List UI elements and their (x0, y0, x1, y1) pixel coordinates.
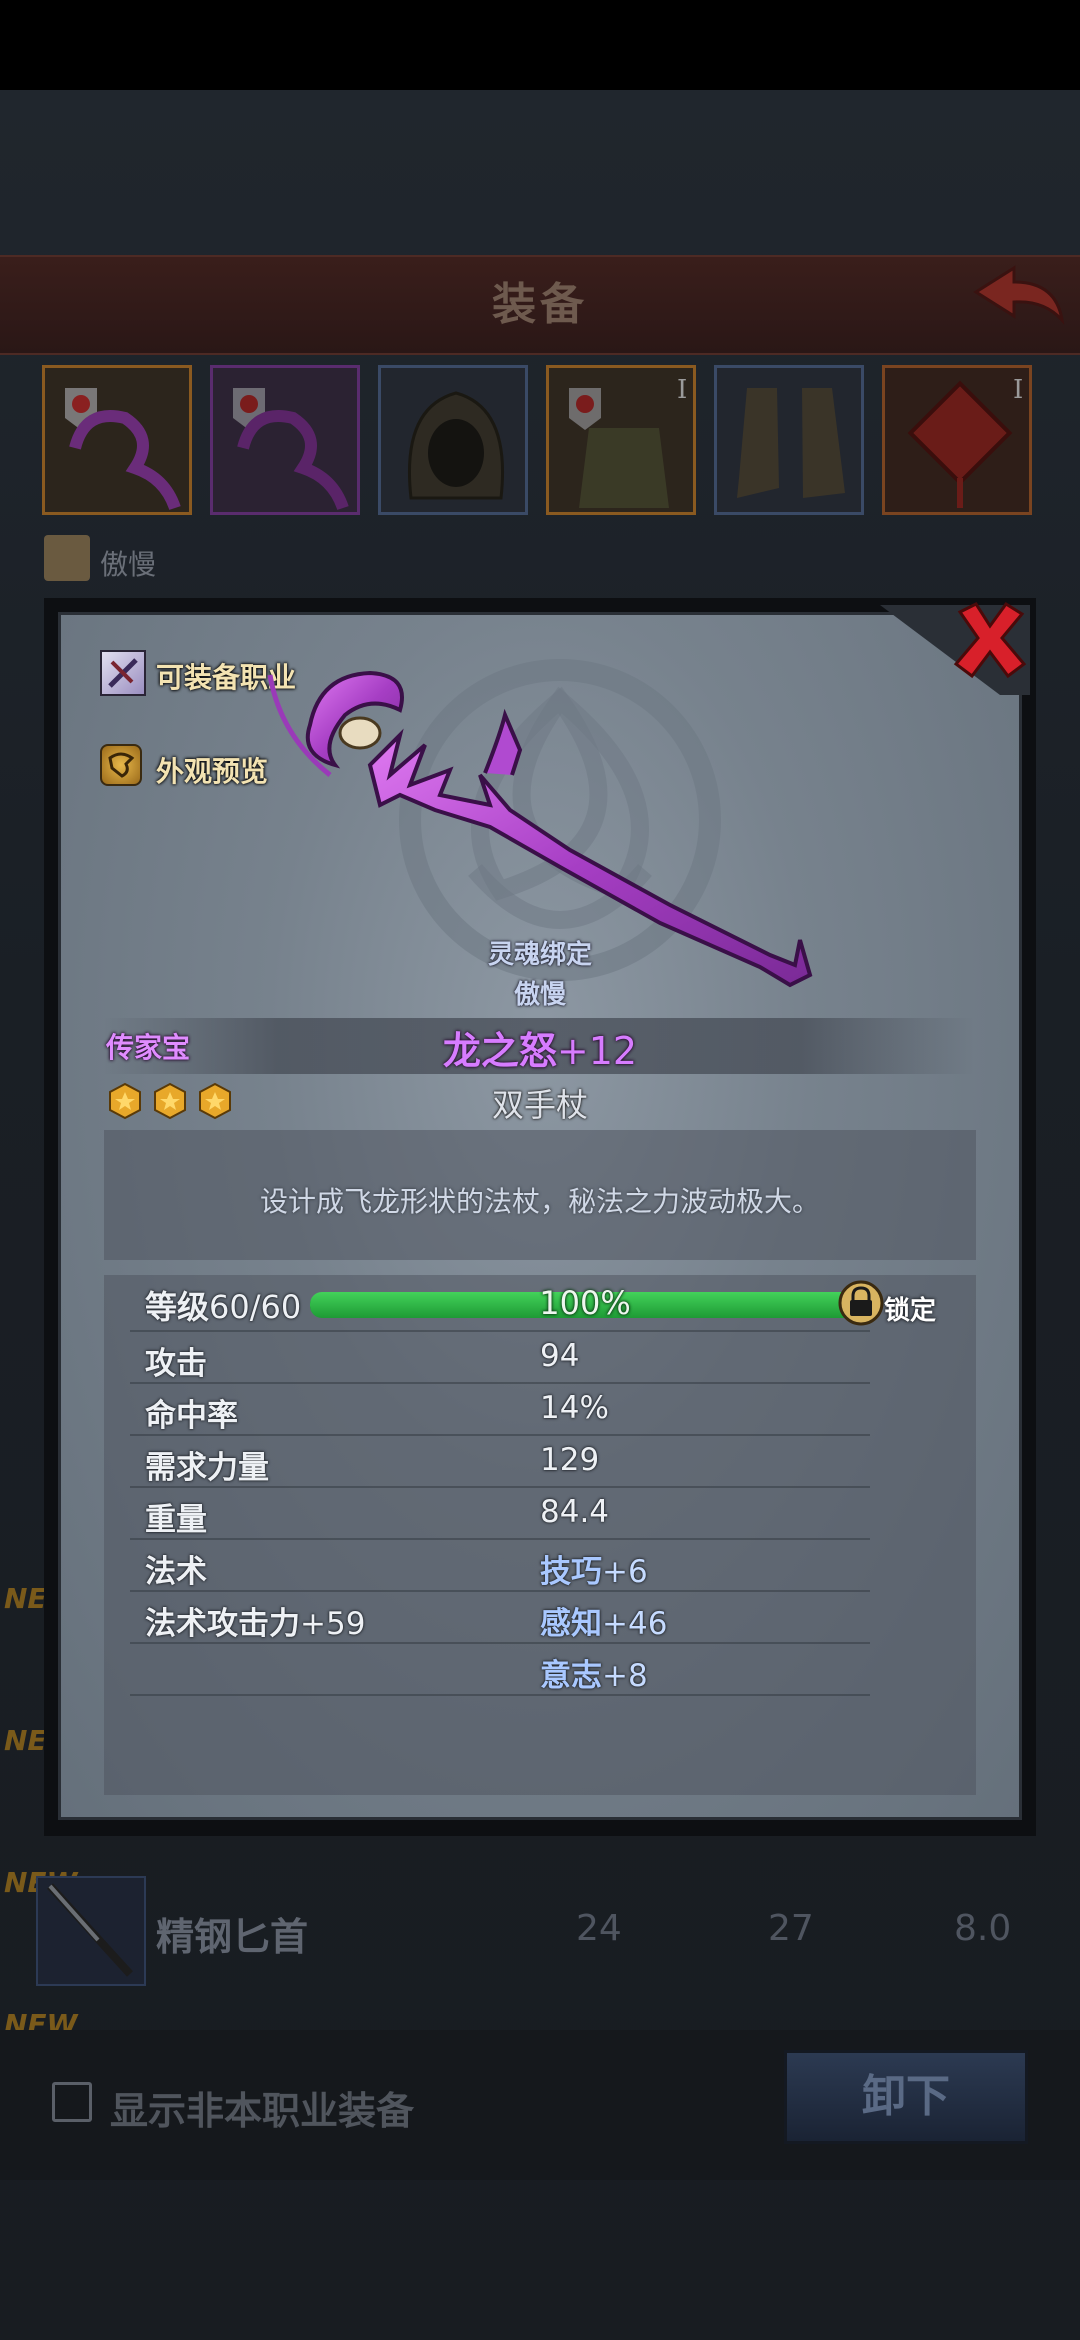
bonus-stat-value: +46 (602, 1606, 668, 1642)
equipment-slot-body[interactable]: I (546, 365, 696, 515)
bonus-stat-value: +8 (602, 1658, 648, 1694)
bound-owner: 傲慢 (513, 980, 566, 1010)
level-label: 等级60/60 (145, 1282, 301, 1328)
list-item-stat: 8.0 (954, 1908, 1012, 1949)
magic-attack-label: 法术攻击力 (145, 1606, 300, 1642)
bonus-stat-label: 感知 (540, 1606, 602, 1642)
row-divider (130, 1538, 870, 1540)
armor-icon: I (569, 375, 687, 508)
list-item-stat: 24 (576, 1908, 622, 1949)
level-text: 等级 (145, 1288, 210, 1326)
class-icon (100, 650, 146, 696)
boots-icon (737, 388, 845, 498)
show-other-class-label: 显示非本职业装备 (110, 2089, 415, 2133)
equipment-slot-weapon[interactable] (42, 365, 192, 515)
status-bar (0, 0, 1080, 90)
level-progress-text: 100% (539, 1284, 631, 1322)
soulbound-label: 灵魂绑定 (487, 940, 592, 970)
stat-label: 攻击 (145, 1346, 207, 1382)
bonus-stat-label: 意志 (540, 1658, 602, 1694)
equipment-slot-feet[interactable] (714, 365, 864, 515)
show-other-class-checkbox[interactable] (52, 2082, 92, 2122)
equipment-slot-charm[interactable]: I (882, 365, 1032, 515)
back-arrow-icon[interactable] (968, 262, 1068, 338)
svg-text:I: I (1013, 375, 1023, 405)
staff-icon (65, 388, 181, 511)
page-title: 装备 (492, 279, 588, 330)
row-divider (130, 1434, 870, 1436)
knot-charm-icon: I (907, 375, 1023, 508)
bonus-stat: 感知+46 (540, 1598, 667, 1643)
unequip-button[interactable]: 卸下 (784, 2050, 1028, 2144)
stat-value: 94 (540, 1338, 580, 1374)
staff-icon (233, 388, 349, 511)
wardrobe-icon (100, 744, 142, 786)
item-type: 双手杖 (491, 1086, 588, 1124)
stat-label: 需求力量 (145, 1450, 269, 1486)
stat-value: 14% (540, 1390, 609, 1426)
stat-value: 129 (540, 1442, 600, 1478)
lock-label: 锁定 (884, 1296, 937, 1326)
bonus-stat: 意志+8 (540, 1650, 648, 1695)
bonus-stat-value: +6 (602, 1554, 648, 1590)
equipment-slot-offhand[interactable] (210, 365, 360, 515)
row-divider (130, 1590, 870, 1592)
row-divider (130, 1330, 870, 1332)
item-name: 龙之怒+12 (0, 1020, 1080, 1075)
row-divider (130, 1694, 870, 1696)
close-icon[interactable] (950, 600, 1030, 680)
list-item-name: 精钢匕首 (156, 1915, 309, 1959)
owner-avatar (44, 535, 90, 581)
bonus-stat-label: 技巧 (540, 1554, 602, 1590)
stat-value: 84.4 (540, 1494, 610, 1530)
enhance-level: +12 (556, 1029, 638, 1073)
bonus-stat: 技巧+6 (540, 1546, 648, 1591)
stat-label: 重量 (145, 1502, 207, 1538)
item-name-text: 龙之怒 (442, 1029, 557, 1073)
magic-label: 法术 (145, 1554, 207, 1590)
owner-name: 傲慢 (100, 548, 157, 581)
row-divider (130, 1382, 870, 1384)
item-description: 设计成飞龙形状的法杖，秘法之力波动极大。 (259, 1185, 820, 1218)
lock-icon[interactable] (838, 1280, 884, 1326)
hood-icon (407, 391, 505, 500)
magic-attack: 法术攻击力+59 (145, 1598, 365, 1643)
stat-label: 命中率 (145, 1398, 238, 1434)
magic-attack-value: +59 (300, 1606, 366, 1642)
equipment-slot-head[interactable] (378, 365, 528, 515)
svg-text:I: I (677, 375, 687, 405)
dagger-icon[interactable] (36, 1876, 146, 1986)
list-item-stat: 27 (768, 1908, 814, 1949)
level-value: 60/60 (209, 1288, 302, 1326)
